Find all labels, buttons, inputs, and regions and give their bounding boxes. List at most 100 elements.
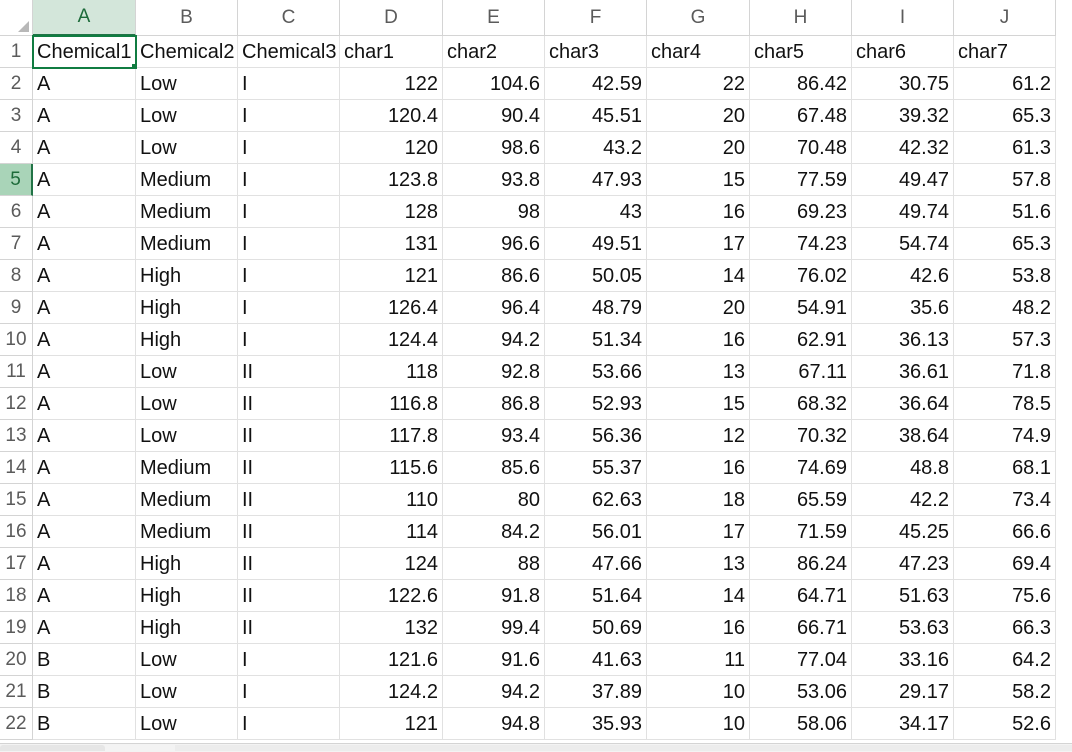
table-cell[interactable]: 115.6 — [340, 452, 443, 484]
column-header-a[interactable]: A — [33, 0, 136, 36]
table-cell[interactable]: A — [33, 516, 136, 548]
table-cell[interactable]: 132 — [340, 612, 443, 644]
table-cell[interactable]: 15 — [647, 388, 750, 420]
table-cell[interactable]: High — [136, 292, 238, 324]
table-cell[interactable]: 71.8 — [954, 356, 1056, 388]
table-cell[interactable]: A — [33, 356, 136, 388]
table-cell[interactable]: Low — [136, 356, 238, 388]
table-cell[interactable]: 48.8 — [852, 452, 954, 484]
table-cell[interactable]: Low — [136, 100, 238, 132]
table-cell[interactable]: II — [238, 484, 340, 516]
table-cell[interactable]: 65.3 — [954, 228, 1056, 260]
table-cell[interactable]: II — [238, 612, 340, 644]
table-cell[interactable]: 51.34 — [545, 324, 647, 356]
table-cell[interactable]: B — [33, 644, 136, 676]
table-cell[interactable]: I — [238, 644, 340, 676]
table-cell[interactable]: 74.9 — [954, 420, 1056, 452]
table-cell[interactable]: 94.8 — [443, 708, 545, 740]
table-cell[interactable]: 114 — [340, 516, 443, 548]
table-cell[interactable]: High — [136, 580, 238, 612]
table-cell[interactable]: 99.4 — [443, 612, 545, 644]
table-cell[interactable]: 43 — [545, 196, 647, 228]
table-cell[interactable]: Low — [136, 708, 238, 740]
table-cell[interactable]: 20 — [647, 292, 750, 324]
table-cell[interactable]: 94.2 — [443, 324, 545, 356]
table-cell[interactable]: 16 — [647, 452, 750, 484]
table-cell[interactable]: 48.2 — [954, 292, 1056, 324]
row-header[interactable]: 12 — [0, 388, 33, 420]
table-cell[interactable]: 54.91 — [750, 292, 852, 324]
table-cell[interactable]: 68.1 — [954, 452, 1056, 484]
table-cell[interactable]: 13 — [647, 356, 750, 388]
table-cell[interactable]: Medium — [136, 452, 238, 484]
header-cell[interactable]: Chemical1 — [32, 35, 137, 69]
table-cell[interactable]: II — [238, 580, 340, 612]
table-cell[interactable]: 98 — [443, 196, 545, 228]
table-cell[interactable]: 86.24 — [750, 548, 852, 580]
table-cell[interactable]: 94.2 — [443, 676, 545, 708]
table-cell[interactable]: II — [238, 388, 340, 420]
table-cell[interactable]: 69.4 — [954, 548, 1056, 580]
row-header[interactable]: 14 — [0, 452, 33, 484]
header-cell[interactable]: char2 — [443, 36, 545, 68]
column-header-d[interactable]: D — [340, 0, 443, 36]
table-cell[interactable]: 35.6 — [852, 292, 954, 324]
table-cell[interactable]: 56.36 — [545, 420, 647, 452]
table-cell[interactable]: 15 — [647, 164, 750, 196]
table-cell[interactable]: II — [238, 548, 340, 580]
table-cell[interactable]: 38.64 — [852, 420, 954, 452]
column-header-c[interactable]: C — [238, 0, 340, 36]
table-cell[interactable]: 52.93 — [545, 388, 647, 420]
table-cell[interactable]: 43.2 — [545, 132, 647, 164]
table-cell[interactable]: High — [136, 612, 238, 644]
row-header[interactable]: 16 — [0, 516, 33, 548]
sheet-tab[interactable] — [0, 745, 105, 751]
table-cell[interactable]: 74.23 — [750, 228, 852, 260]
table-cell[interactable]: 20 — [647, 132, 750, 164]
table-cell[interactable]: 50.69 — [545, 612, 647, 644]
row-header[interactable]: 11 — [0, 356, 33, 388]
table-cell[interactable]: 30.75 — [852, 68, 954, 100]
table-cell[interactable]: 58.06 — [750, 708, 852, 740]
header-cell[interactable]: char3 — [545, 36, 647, 68]
table-cell[interactable]: 53.66 — [545, 356, 647, 388]
table-cell[interactable]: II — [238, 516, 340, 548]
table-cell[interactable]: 57.3 — [954, 324, 1056, 356]
column-header-e[interactable]: E — [443, 0, 545, 36]
table-cell[interactable]: 104.6 — [443, 68, 545, 100]
table-cell[interactable]: 12 — [647, 420, 750, 452]
table-cell[interactable]: 122 — [340, 68, 443, 100]
table-cell[interactable]: 10 — [647, 708, 750, 740]
table-cell[interactable]: A — [33, 580, 136, 612]
header-cell[interactable]: char7 — [954, 36, 1056, 68]
table-cell[interactable]: 42.6 — [852, 260, 954, 292]
table-cell[interactable]: II — [238, 356, 340, 388]
table-cell[interactable]: 36.13 — [852, 324, 954, 356]
table-cell[interactable]: 77.04 — [750, 644, 852, 676]
table-cell[interactable]: I — [238, 676, 340, 708]
table-cell[interactable]: 61.3 — [954, 132, 1056, 164]
table-cell[interactable]: 67.11 — [750, 356, 852, 388]
table-cell[interactable]: I — [238, 68, 340, 100]
row-header[interactable]: 10 — [0, 324, 33, 356]
table-cell[interactable]: A — [33, 388, 136, 420]
table-cell[interactable]: 73.4 — [954, 484, 1056, 516]
table-cell[interactable]: 53.8 — [954, 260, 1056, 292]
table-cell[interactable]: B — [33, 708, 136, 740]
table-cell[interactable]: 64.71 — [750, 580, 852, 612]
table-cell[interactable]: 56.01 — [545, 516, 647, 548]
table-cell[interactable]: 91.6 — [443, 644, 545, 676]
table-cell[interactable]: I — [238, 260, 340, 292]
row-header[interactable]: 20 — [0, 644, 33, 676]
header-cell[interactable]: char1 — [340, 36, 443, 68]
table-cell[interactable]: 49.74 — [852, 196, 954, 228]
table-cell[interactable]: 124.2 — [340, 676, 443, 708]
table-cell[interactable]: I — [238, 292, 340, 324]
table-cell[interactable]: Low — [136, 388, 238, 420]
row-header[interactable]: 22 — [0, 708, 33, 740]
table-cell[interactable]: 49.51 — [545, 228, 647, 260]
table-cell[interactable]: 131 — [340, 228, 443, 260]
table-cell[interactable]: 36.61 — [852, 356, 954, 388]
table-cell[interactable]: 74.69 — [750, 452, 852, 484]
table-cell[interactable]: 53.63 — [852, 612, 954, 644]
